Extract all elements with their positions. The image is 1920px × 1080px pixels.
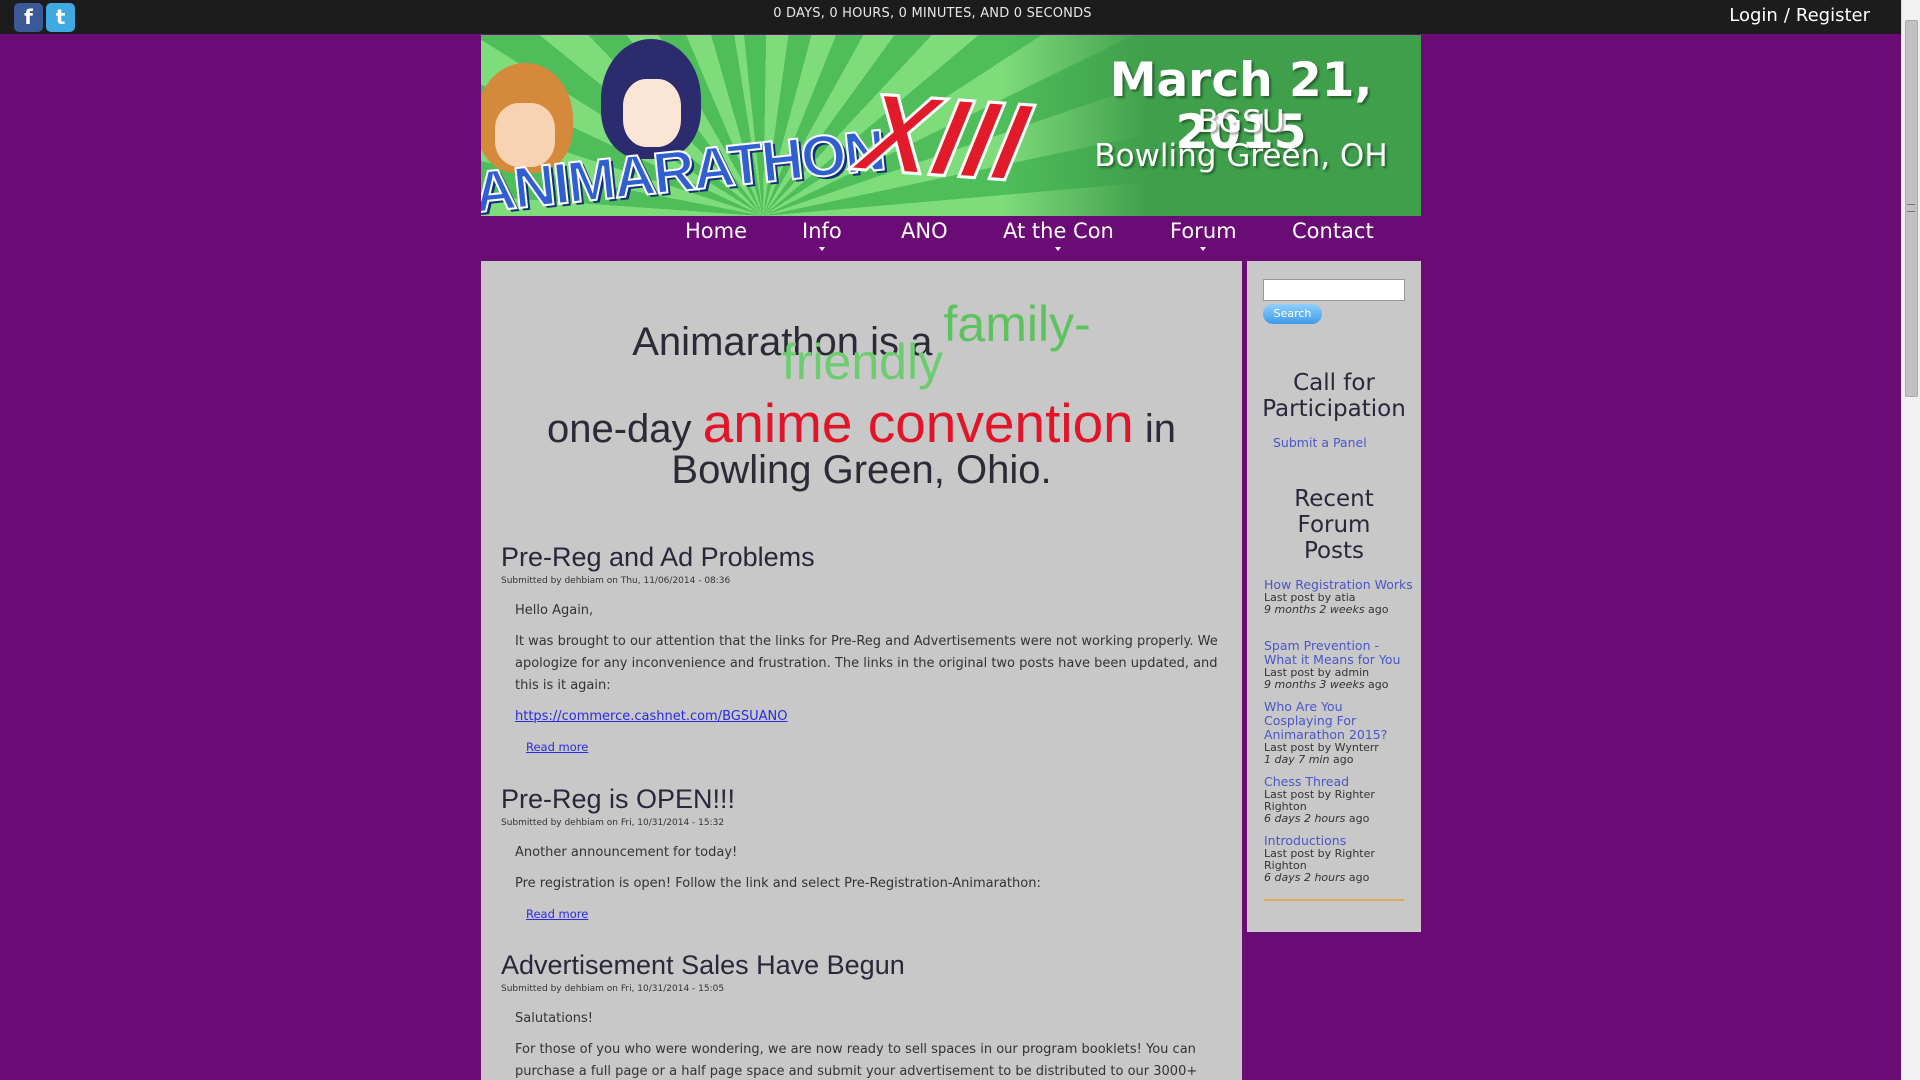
forum-post-ago-suffix: ago — [1345, 812, 1370, 825]
post-paragraph: Pre registration is open! Follow the lin… — [515, 876, 1041, 892]
nav-info-label: Info — [802, 219, 842, 243]
event-city: Bowling Green, OH — [1094, 138, 1388, 174]
sidebar: Search Call for Participation Submit a P… — [1247, 261, 1421, 932]
tagline-text: in — [1133, 407, 1177, 451]
nav-forum[interactable]: Forum — [1170, 218, 1237, 252]
forum-post-time: 6 days 2 hours ago — [1264, 872, 1414, 884]
post-body: Another announcement for today! Pre regi… — [515, 842, 1221, 895]
logo-numeral: XIII — [848, 69, 1040, 206]
post-paragraph: Hello Again, — [515, 603, 594, 619]
post-paragraph: Salutations! — [515, 1011, 594, 1027]
forum-post-item: How Registration Works Last post by atia… — [1264, 578, 1414, 616]
cashnet-link[interactable]: https://commerce.cashnet.com/BGSUANO — [515, 709, 787, 724]
post-meta: Submitted by dehbiam on Thu, 11/06/2014 … — [501, 576, 731, 587]
forum-post-time: 9 months 2 weeks ago — [1264, 604, 1414, 616]
sidebar-divider — [1264, 899, 1404, 901]
forum-heading: Recent Forum Posts — [1294, 486, 1374, 564]
post-title[interactable]: Pre-Reg is OPEN!!! — [501, 783, 1221, 815]
post-paragraph: For those of you who were wondering, we … — [515, 1042, 1198, 1080]
nav-at-the-con[interactable]: At the Con — [1003, 218, 1114, 252]
main-nav: Home Info ANO At the Con Forum Contact — [481, 216, 1421, 260]
event-venue: BGSU — [1197, 104, 1285, 140]
tagline-line-3: Bowling Green, Ohio. — [671, 448, 1052, 492]
forum-post-ago-suffix: ago — [1329, 753, 1354, 766]
forum-post-ago: 1 day 7 min — [1264, 753, 1330, 766]
forum-post-time: 1 day 7 min ago — [1264, 754, 1414, 766]
chevron-down-icon — [1200, 247, 1207, 252]
forum-post-link[interactable]: How Registration Works — [1264, 578, 1414, 592]
forum-post-ago-suffix: ago — [1364, 678, 1389, 691]
forum-post-link[interactable]: Chess Thread — [1264, 775, 1414, 789]
forum-post-link[interactable]: Introductions — [1264, 834, 1414, 848]
tagline-anime-convention: anime convention — [702, 392, 1134, 454]
forum-post-item: Who Are You Cosplaying For Animarathon 2… — [1264, 700, 1414, 766]
post-body: Hello Again, It was brought to our atten… — [515, 600, 1221, 728]
chevron-down-icon — [818, 247, 825, 252]
forum-post-time: 9 months 3 weeks ago — [1264, 679, 1414, 691]
forum-post-author: Last post by Righter Righton — [1264, 788, 1375, 813]
page-scrollbar[interactable] — [1901, 0, 1920, 1080]
nav-contact[interactable]: Contact — [1292, 218, 1374, 245]
nav-info[interactable]: Info — [802, 218, 842, 252]
post-paragraph: It was brought to our attention that the… — [515, 634, 1218, 694]
nav-forum-label: Forum — [1170, 219, 1237, 243]
grip-icon — [1907, 204, 1915, 212]
main-content: Animarathon is a family- friendly one-da… — [481, 261, 1242, 1080]
search-button[interactable]: Search — [1263, 304, 1322, 324]
post-item: Pre-Reg is OPEN!!! Submitted by dehbiam … — [501, 783, 1221, 922]
forum-post-ago: 6 days 2 hours — [1264, 871, 1346, 884]
cfp-heading: Call for Participation — [1262, 370, 1406, 422]
header-banner[interactable]: ANIMARATHON XIII March 21, 2015 BGSU Bow… — [481, 35, 1421, 216]
post-body: Salutations! For those of you who were w… — [515, 1008, 1221, 1080]
submit-panel-link[interactable]: Submit a Panel — [1273, 436, 1423, 450]
forum-post-link[interactable]: Spam Prevention - What it Means for You — [1264, 639, 1414, 667]
read-more-link[interactable]: Read more — [526, 907, 588, 921]
forum-post-ago-suffix: ago — [1364, 603, 1389, 616]
nav-ano[interactable]: ANO — [901, 218, 948, 245]
tagline-text: one-day — [546, 407, 703, 451]
post-meta: Submitted by dehbiam on Fri, 10/31/2014 … — [501, 984, 725, 995]
forum-post-item: Spam Prevention - What it Means for You … — [1264, 639, 1414, 691]
nav-home[interactable]: Home — [685, 218, 747, 245]
forum-post-item: Chess Thread Last post by Righter Righto… — [1264, 775, 1414, 825]
forum-post-ago-suffix: ago — [1345, 871, 1370, 884]
forum-post-item: Introductions Last post by Righter Right… — [1264, 834, 1414, 884]
read-more-link[interactable]: Read more — [526, 740, 588, 754]
post-item: Advertisement Sales Have Begun Submitted… — [501, 949, 1221, 1080]
separator: / — [1783, 5, 1790, 26]
forum-post-ago: 6 days 2 hours — [1264, 812, 1346, 825]
forum-post-link[interactable]: Who Are You Cosplaying For Animarathon 2… — [1264, 700, 1414, 742]
forum-post-ago: 9 months 2 weeks — [1264, 603, 1365, 616]
countdown-timer: 0 DAYS, 0 HOURS, 0 MINUTES, AND 0 SECOND… — [773, 6, 1092, 21]
post-item: Pre-Reg and Ad Problems Submitted by deh… — [501, 541, 1221, 755]
tagline-line-2: one-day anime convention in — [481, 391, 1242, 455]
post-paragraph: Another announcement for today! — [515, 845, 738, 861]
chevron-down-icon — [1055, 247, 1062, 252]
top-bar: f t 0 DAYS, 0 HOURS, 0 MINUTES, AND 0 SE… — [0, 0, 1902, 34]
nav-at-the-con-label: At the Con — [1003, 219, 1114, 243]
post-title[interactable]: Advertisement Sales Have Begun — [501, 949, 1221, 981]
account-links: Login / Register — [1729, 0, 1870, 32]
forum-post-ago: 9 months 3 weeks — [1264, 678, 1365, 691]
tagline-friendly: friendly — [781, 334, 944, 390]
forum-post-author: Last post by Righter Righton — [1264, 847, 1375, 872]
search-input[interactable] — [1263, 279, 1405, 301]
register-link[interactable]: Register — [1796, 5, 1870, 26]
forum-post-time: 6 days 2 hours ago — [1264, 813, 1414, 825]
post-meta: Submitted by dehbiam on Fri, 10/31/2014 … — [501, 818, 725, 829]
login-link[interactable]: Login — [1729, 5, 1778, 26]
post-title[interactable]: Pre-Reg and Ad Problems — [501, 541, 1221, 573]
